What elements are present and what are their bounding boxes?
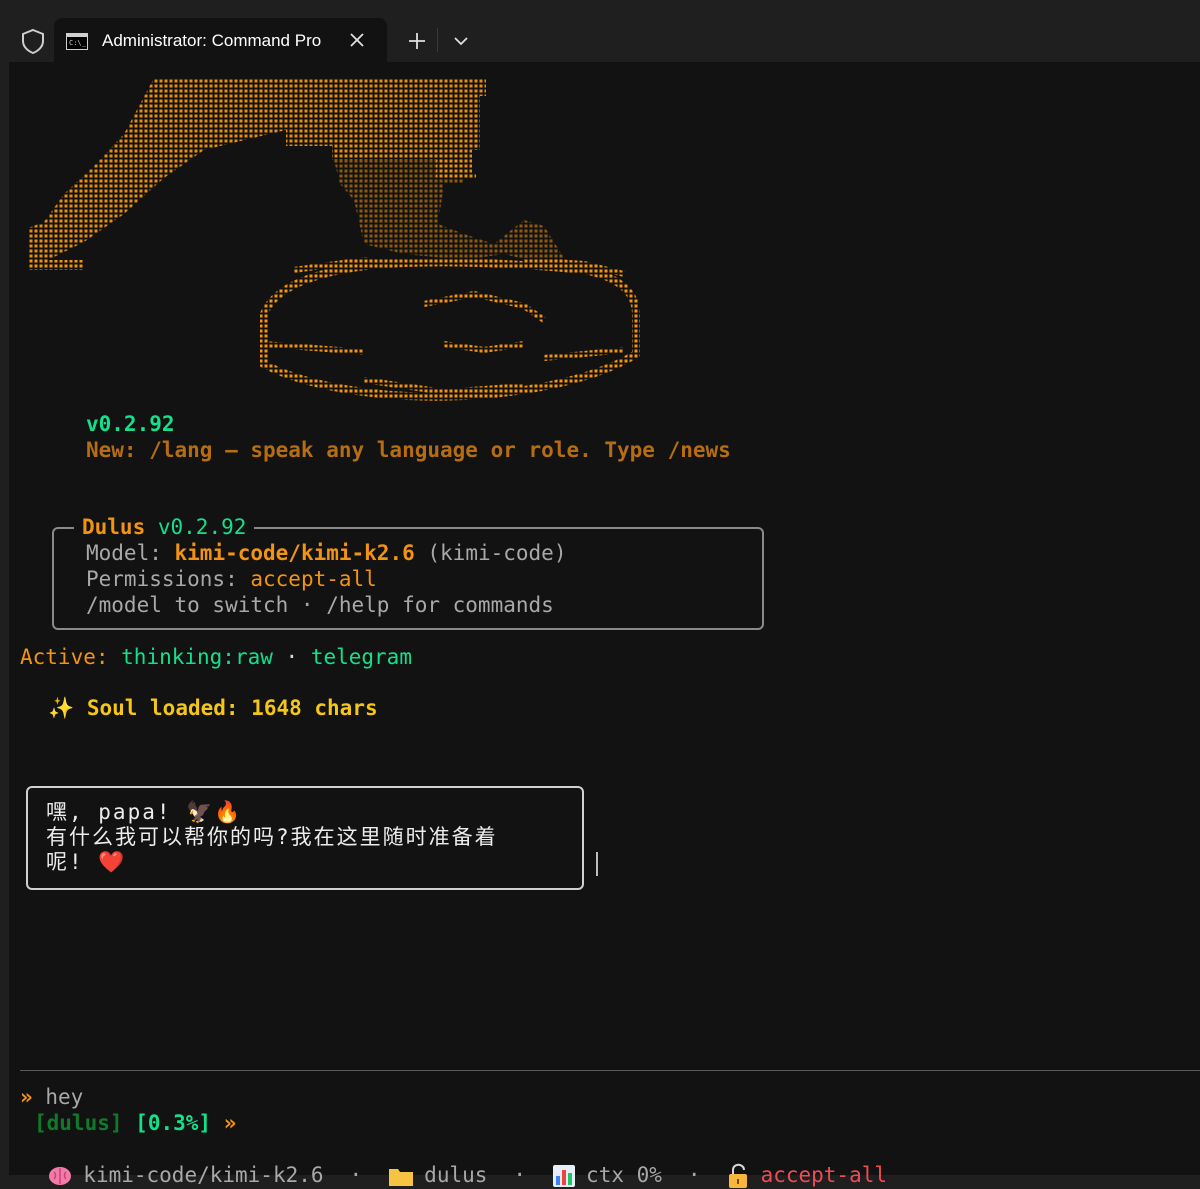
permissions-line: Permissions: accept-all [86,566,377,592]
window-edge [0,62,9,1175]
chevron-down-icon[interactable] [446,24,476,58]
status-permissions: accept-all [760,1163,887,1187]
usage-indicator: [0.3%] [135,1111,212,1135]
status-separator-3: · [687,1163,701,1187]
soul-line: ✨ Soul loaded: 1648 chars [48,695,378,721]
status-ctx: ctx 0% [586,1163,662,1187]
previous-input: hey [45,1085,84,1109]
active-separator: · [272,645,311,669]
app-name: Dulus [82,515,146,539]
model-provider: (kimi-code) [427,541,567,565]
prompt-arrow: » [223,1111,237,1135]
news-text: /lang — speak any language or role. Type… [149,438,731,462]
status-folder: dulus [424,1163,488,1187]
news-line: New: /lang — speak any language or role.… [86,437,731,463]
tab-command-pro[interactable]: C:\_ Administrator: Command Pro [54,18,387,64]
model-value: kimi-code/kimi-k2.6 [174,541,415,565]
terminal-icon: C:\_ [66,33,88,50]
message-line-3: 呢! ❤️ [46,850,127,874]
soul-text: Soul loaded: 1648 chars [86,696,378,720]
close-icon[interactable] [348,31,366,49]
active-item-telegram: telegram [310,645,412,669]
sparkles-icon: ✨ [48,696,75,720]
tab-divider [437,28,438,52]
folder-icon [389,1169,414,1186]
tab-title: Administrator: Command Pro [102,31,322,50]
text-cursor [596,852,598,876]
svg-text:C:\_: C:\_ [69,39,87,47]
dulus-ascii-logo [28,78,640,401]
title-bar: C:\_ Administrator: Command Pro [0,0,1200,64]
model-label: Model: [86,541,175,565]
permissions-label: Permissions: [86,567,251,591]
status-bar: kimi-code/kimi-k2.6 · dulus · ctx 0% · acce… [22,1136,887,1189]
active-line: Active: thinking:raw · telegram [20,644,412,670]
new-tab-button[interactable] [400,24,434,58]
help-line: /model to switch · /help for commands [86,593,554,617]
permissions-value: accept-all [250,567,377,591]
status-separator-2: · [513,1163,527,1187]
prompt-divider [20,1070,1200,1071]
prompt-marker: » [20,1085,33,1109]
app-version: v0.2.92 [157,515,247,539]
brain-icon [49,1167,72,1185]
news-prefix: New: [86,438,150,462]
info-box-title: Dulus v0.2.92 [74,514,255,540]
message-line-1: 嘿, papa! 🦅🔥 [46,800,243,824]
version-label: v0.2.92 [86,412,175,436]
status-model: kimi-code/kimi-k2.6 [83,1163,324,1187]
project-tag: [dulus] [34,1111,123,1135]
active-label: Active: [20,645,122,669]
shield-icon[interactable] [18,26,48,56]
prompt-line[interactable]: [dulus] [0.3%] » [34,1110,236,1136]
unlock-icon [728,1163,747,1188]
chart-icon [553,1165,576,1187]
model-line: Model: kimi-code/kimi-k2.6 (kimi-code) [86,540,566,566]
message-line-2: 有什么我可以帮你的吗?我在这里随时准备着 [46,825,498,849]
previous-input-line: » hey [20,1084,83,1110]
status-separator-1: · [349,1163,363,1187]
active-item-thinking: thinking:raw [121,645,273,669]
